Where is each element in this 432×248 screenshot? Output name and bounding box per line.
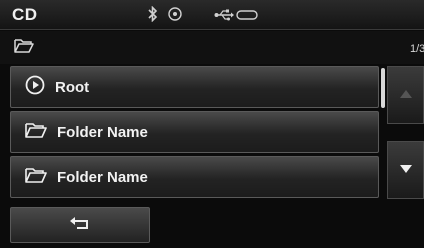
source-title: CD (12, 5, 38, 24)
status-bar: CD (0, 0, 424, 30)
page-indicator: 1/3 (410, 43, 426, 55)
scroll-up-button[interactable] (387, 66, 424, 124)
usb-icon (214, 9, 234, 24)
folder-open-icon (25, 166, 47, 189)
bluetooth-icon (148, 5, 158, 25)
list-item-folder[interactable]: Folder Name (10, 111, 379, 153)
return-arrow-icon (69, 216, 91, 235)
list-item-label: Root (55, 78, 90, 96)
path-bar: 1/3 (0, 31, 426, 64)
ipod-icon (236, 9, 258, 24)
play-circle-icon (25, 75, 45, 100)
arrow-down-icon (399, 161, 413, 179)
folder-open-icon (25, 121, 47, 144)
list-item-folder[interactable]: Folder Name (10, 156, 379, 198)
arrow-up-icon (399, 86, 413, 104)
list-item-label: Folder Name (57, 168, 148, 186)
disc-icon (168, 7, 182, 24)
list-item-label: Folder Name (57, 123, 148, 141)
cd-folder-screen: CD 1/3 Root Folder Name Folder Name (0, 0, 432, 248)
back-button[interactable] (10, 207, 150, 243)
scrollbar-thumb[interactable] (381, 68, 385, 108)
folder-open-icon (14, 38, 34, 59)
list-item-root[interactable]: Root (10, 66, 379, 108)
scroll-down-button[interactable] (387, 141, 424, 199)
